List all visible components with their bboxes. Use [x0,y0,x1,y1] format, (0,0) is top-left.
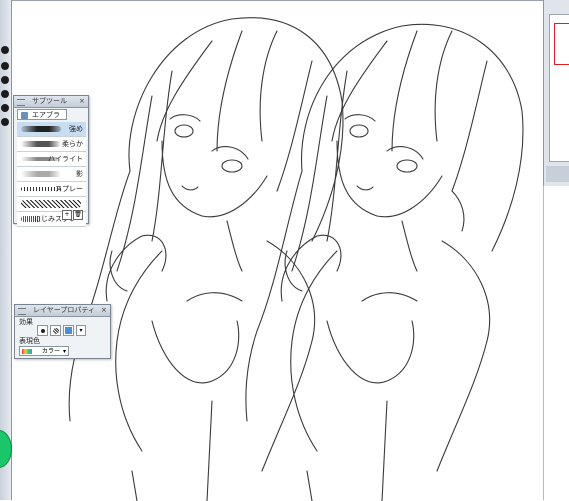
new-subtool-icon[interactable]: + [62,210,72,220]
subtool-footer: + 🗑 [17,209,86,220]
stroke-preview [21,126,61,132]
brush-item[interactable]: ハイライト [17,152,86,167]
expression-color-label: 表現色 [19,337,40,345]
navigator-toolbar[interactable] [546,166,569,182]
brush-item[interactable]: 強め [17,122,86,137]
brush-item[interactable]: 影 [17,167,86,182]
layer-property-titlebar[interactable]: レイヤープロパティ × [15,305,110,317]
chevron-down-icon: ▾ [62,348,66,355]
layer-color-button[interactable] [63,325,74,336]
expression-color-select[interactable]: カラー ▾ [19,346,69,356]
stroke-preview [21,141,61,147]
navigator-view-frame[interactable] [554,23,569,65]
drawing-canvas[interactable] [12,0,543,501]
brush-label: スプレー [55,185,83,193]
brush-label: 影 [76,170,83,178]
stroke-preview [21,200,81,208]
tab-airbrush[interactable]: エアブラシ [17,109,67,130]
subtool-panel[interactable]: サブツール × エアブラシ 強め 柔らか ハイライト 影 スプレー [13,95,89,227]
tool-icon[interactable] [1,118,9,126]
tool-icon[interactable] [1,76,9,84]
tool-icon[interactable] [1,90,9,98]
right-panel-area [543,186,569,500]
tool-icon[interactable] [1,62,9,70]
stroke-preview [21,171,61,177]
close-icon[interactable]: × [79,98,86,105]
line-art-drawing [68,17,524,501]
brush-label: 強め [69,125,83,133]
brush-label: 柔らか [62,140,83,148]
subtool-titlebar[interactable]: サブツール × [14,96,88,108]
tool-icon[interactable] [1,104,9,112]
navigator-panel[interactable] [543,0,569,187]
expression-color-value: カラー [42,348,61,355]
grip-icon[interactable] [17,99,25,106]
airbrush-icon [21,112,28,119]
grip-icon[interactable] [18,308,26,315]
close-icon[interactable]: × [101,307,108,314]
subtool-title: サブツール [32,97,67,105]
tool-icon[interactable] [1,46,9,54]
brush-item[interactable]: 柔らか [17,137,86,152]
color-swatch-icon [22,349,32,354]
effect-label: 効果 [19,318,33,326]
color-wheel-icon[interactable] [0,430,12,468]
delete-subtool-icon[interactable]: 🗑 [73,210,83,220]
layer-property-panel[interactable]: レイヤープロパティ × 効果 ▾ 表現色 カラー ▾ [14,304,111,359]
border-effect-button[interactable] [37,325,48,336]
tone-effect-button[interactable] [50,325,61,336]
navigator-thumbnail[interactable] [549,14,569,162]
brush-item[interactable]: スプレー [17,182,86,197]
brush-label: ハイライト [48,155,83,163]
layer-property-title: レイヤープロパティ [33,306,95,314]
chevron-down-icon[interactable]: ▾ [76,325,86,336]
tool-strip [0,0,12,500]
